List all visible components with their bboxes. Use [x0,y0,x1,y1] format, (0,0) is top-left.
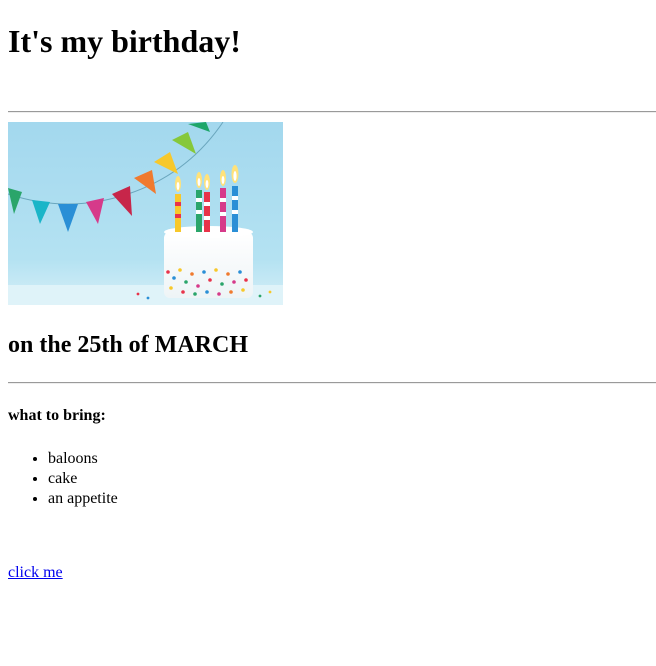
divider-top [8,111,656,113]
what-to-bring-heading: what to bring: [8,407,106,424]
date-heading: on the 25th of MARCH [8,332,248,358]
list-item: an appetite [48,489,118,509]
bring-list: baloons cake an appetite [8,449,118,509]
click-me-link[interactable]: click me [8,563,63,583]
list-item: cake [48,469,118,489]
divider-middle [8,382,656,384]
birthday-cake-image [8,122,283,305]
list-item: baloons [48,449,118,469]
page-title: It's my birthday! [8,23,241,59]
